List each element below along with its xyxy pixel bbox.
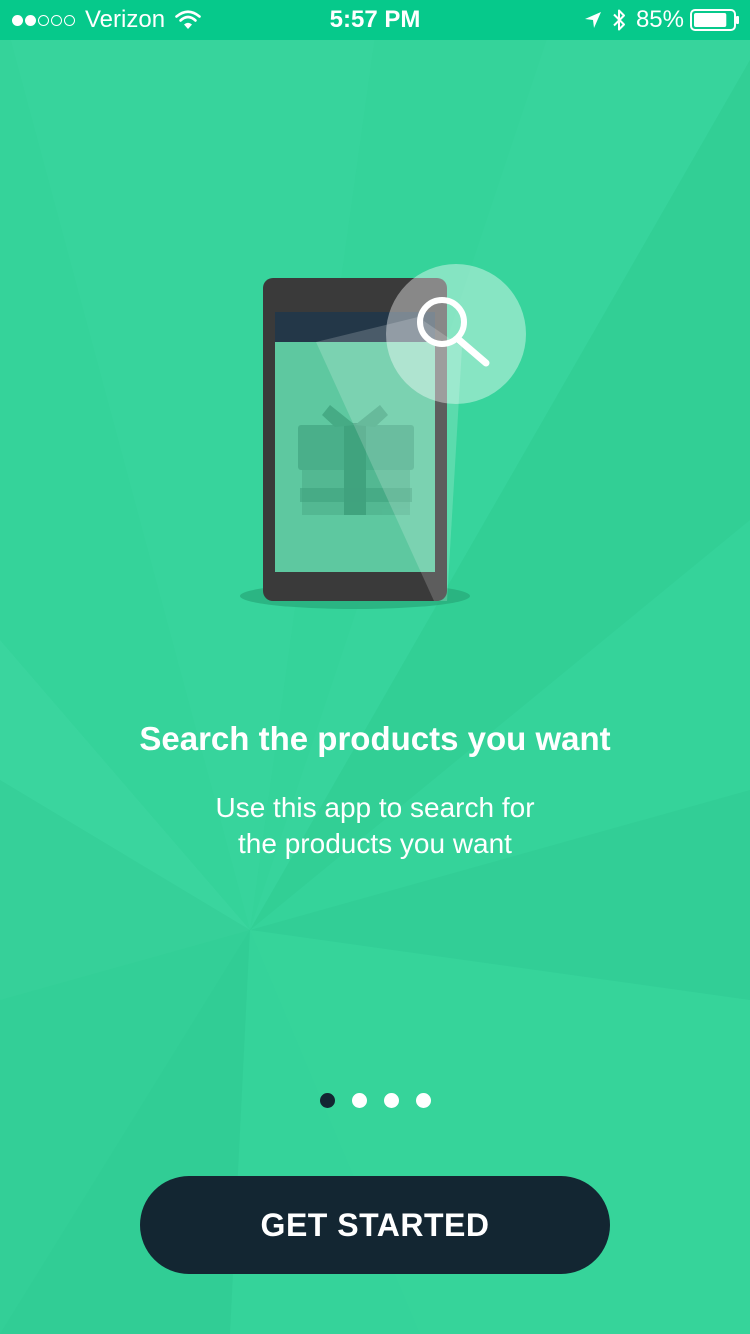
page-dot-2[interactable] [351,1093,367,1108]
page-indicator[interactable] [0,1093,750,1108]
page-dot-3[interactable] [383,1093,399,1108]
location-arrow-icon [584,12,601,28]
search-icon [386,264,526,404]
onboarding-description: Use this app to search for the products … [175,790,575,862]
page-dot-1[interactable] [319,1093,335,1108]
page-dot-4[interactable] [415,1093,431,1108]
battery-percent: 85% [635,6,684,33]
background-pattern [0,0,750,1334]
get-started-button[interactable]: GET STARTED [140,1176,610,1274]
bluetooth-icon [613,9,625,31]
description-line-2: the products you want [238,828,512,859]
onboarding-illustration [240,264,526,609]
description-line-1: Use this app to search for [215,792,535,823]
status-right: 85% [584,0,740,40]
status-bar: Verizon 5:57 PM 85% [0,0,750,40]
onboarding-headline: Search the products you want [139,720,611,757]
battery-icon [690,9,739,31]
onboarding-screen: Verizon 5:57 PM 85% Search the products … [0,0,750,1334]
